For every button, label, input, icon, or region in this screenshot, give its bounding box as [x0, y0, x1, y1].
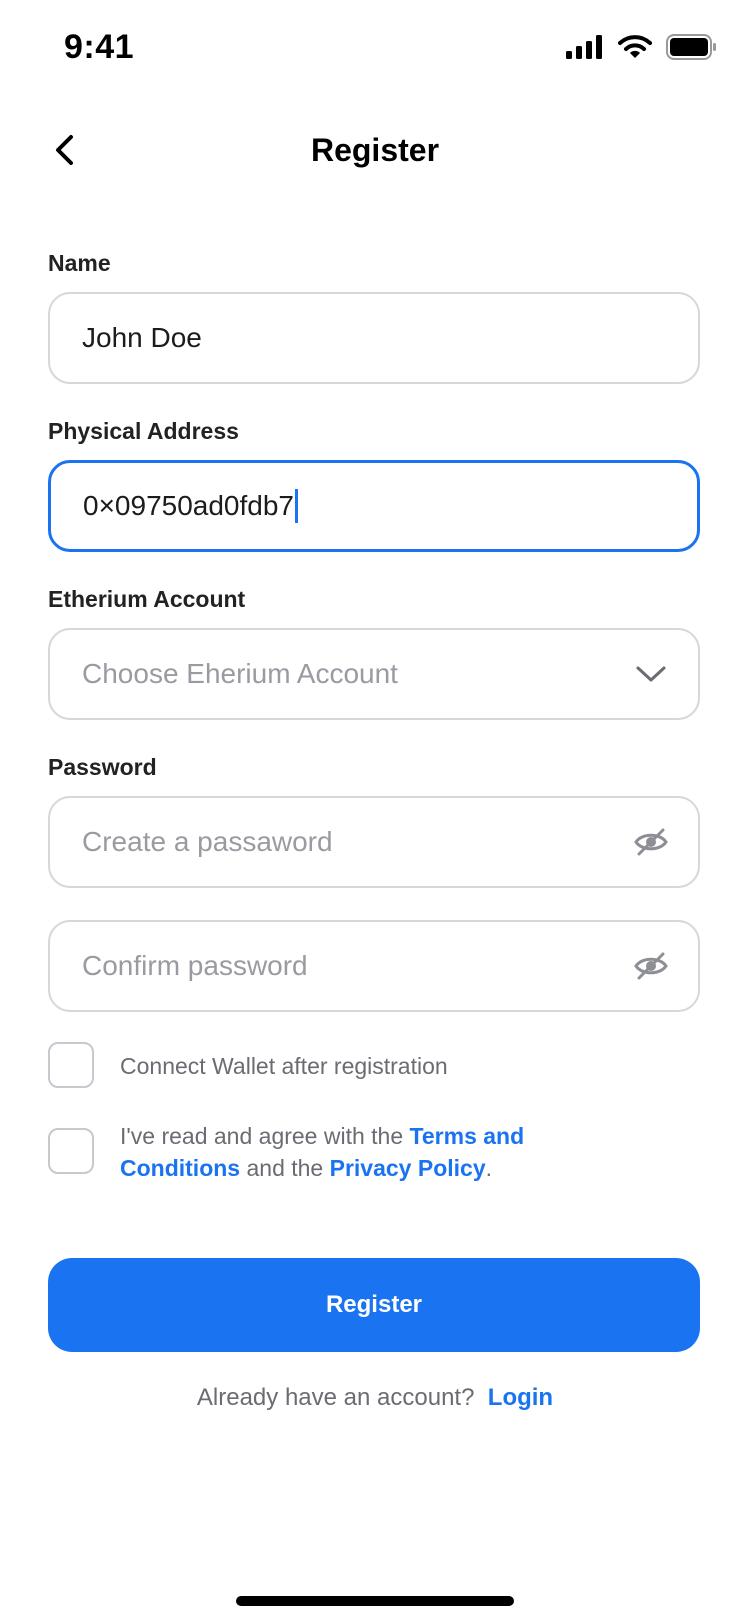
- login-prompt: Already have an account? Login: [0, 1384, 750, 1412]
- agreement-text-before: I've read and agree with the: [120, 1123, 410, 1149]
- connect-wallet-label: Connect Wallet after registration: [120, 1053, 448, 1079]
- login-link[interactable]: Login: [488, 1384, 553, 1411]
- ethereum-label: Etherium Account: [48, 586, 246, 612]
- status-icons: [566, 34, 718, 65]
- name-label: Name: [48, 250, 111, 276]
- agreement-text-middle: and the: [240, 1155, 330, 1181]
- status-time: 9:41: [64, 28, 135, 66]
- confirm-placeholder: Confirm password: [82, 950, 308, 981]
- ethereum-account-select[interactable]: Choose Eherium Account: [48, 628, 700, 720]
- name-field[interactable]: John Doe: [48, 292, 700, 384]
- home-indicator: [236, 1596, 514, 1606]
- ethereum-placeholder: Choose Eherium Account: [82, 658, 398, 689]
- password-field[interactable]: Create a passaword: [48, 796, 700, 888]
- wifi-icon: [618, 34, 652, 65]
- connect-wallet-checkbox[interactable]: [48, 1042, 94, 1088]
- page-title: Register: [310, 132, 440, 168]
- agreement-text: I've read and agree with the Terms and C…: [120, 1120, 590, 1184]
- agreement-text-after: .: [485, 1155, 493, 1181]
- address-label: Physical Address: [48, 418, 239, 444]
- eye-off-icon[interactable]: [634, 949, 668, 983]
- address-field[interactable]: 0×09750ad0fdb7: [48, 460, 700, 552]
- register-button[interactable]: Register: [48, 1258, 700, 1352]
- address-value: 0×09750ad0fdb7: [83, 490, 294, 521]
- battery-icon: [666, 34, 718, 65]
- status-bar: 9:41: [0, 0, 750, 100]
- nav-header: Register: [0, 120, 750, 186]
- confirm-password-field[interactable]: Confirm password: [48, 920, 700, 1012]
- agree-terms-checkbox[interactable]: [48, 1128, 94, 1174]
- eye-off-icon[interactable]: [634, 825, 668, 859]
- password-label: Password: [48, 754, 157, 780]
- text-caret: [295, 489, 298, 523]
- password-placeholder: Create a passaword: [82, 826, 333, 857]
- privacy-policy-link[interactable]: Privacy Policy: [330, 1155, 486, 1181]
- login-prompt-text: Already have an account?: [196, 1384, 475, 1411]
- name-value: John Doe: [82, 322, 202, 353]
- signal-icon: [566, 35, 604, 64]
- chevron-down-icon: [634, 657, 668, 691]
